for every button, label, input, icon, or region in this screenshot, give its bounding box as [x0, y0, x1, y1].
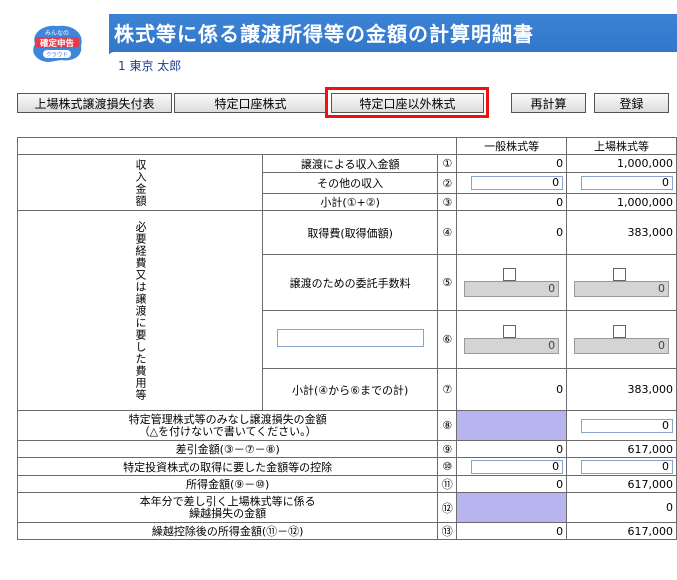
calculation-table: 一般株式等 上場株式等 収入金額 譲渡による収入金額 ① 0 1,000,000… [16, 137, 677, 540]
logo: みんなの 確定申告 クラウド [14, 14, 109, 78]
row5-label: 譲渡のための委託手数料 [261, 254, 439, 311]
row1-no: ① [437, 154, 458, 173]
row9-general: 0 [456, 440, 568, 458]
row10-listed-input[interactable]: 0 [581, 459, 673, 474]
row9-listed: 617,000 [566, 440, 677, 458]
register-button[interactable]: 登録 [594, 93, 669, 113]
row1-general: 0 [456, 154, 568, 173]
row8-general-disabled [456, 410, 568, 441]
row4-no: ④ [437, 210, 458, 255]
row6-listed-field: 0 [574, 338, 670, 355]
col-general-header: 一般株式等 [456, 137, 568, 155]
row13-no: ⑬ [437, 522, 458, 540]
row2-listed-input[interactable]: 0 [581, 176, 673, 190]
svg-text:みんなの: みんなの [45, 30, 69, 37]
row2-no: ② [437, 172, 458, 194]
header: みんなの 確定申告 クラウド 株式等に係る譲渡所得等の金額の計算明細書 1 東京… [0, 0, 677, 84]
row3-no: ③ [437, 193, 458, 211]
taxpayer-bar [108, 52, 677, 76]
row13-general: 0 [456, 522, 568, 540]
row13-listed: 617,000 [566, 522, 677, 540]
row6-general-checkbox[interactable] [503, 325, 517, 339]
row6-listed-checkbox[interactable] [613, 325, 627, 339]
row3-listed: 1,000,000 [566, 193, 677, 211]
taxpayer-name: 1 東京 太郎 [118, 59, 182, 73]
row6-general-field: 0 [464, 338, 560, 355]
row8-label-line2: （△を付けないで書いてください。） [138, 424, 317, 438]
group-expense-label: 必要経費又は譲渡に要した費用等 [17, 210, 263, 411]
row5-listed-field: 0 [574, 281, 670, 298]
row7-listed: 383,000 [566, 368, 677, 411]
row4-listed: 383,000 [566, 210, 677, 255]
row13-label: 繰越控除後の所得金額(⑪－⑫) [16, 522, 439, 540]
row7-label: 小計(④から⑥までの計) [261, 368, 439, 411]
row5-listed-checkbox[interactable] [613, 268, 627, 282]
row7-no: ⑦ [437, 368, 458, 411]
group-income-label: 収入金額 [17, 154, 263, 211]
col-listed-header: 上場株式等 [566, 137, 677, 155]
recalculate-button[interactable]: 再計算 [511, 93, 586, 113]
row12-label-line1: 本年分で差し引く上場株式等に係る [139, 494, 316, 508]
row4-label: 取得費(取得価額) [261, 210, 439, 255]
row12-general-disabled [456, 492, 568, 523]
row11-no: ⑪ [437, 475, 458, 493]
svg-text:確定申告: 確定申告 [39, 38, 75, 49]
highlight-frame [325, 87, 489, 118]
svg-text:クラウド: クラウド [46, 51, 68, 59]
row4-general: 0 [456, 210, 568, 255]
row6-no: ⑥ [437, 310, 458, 369]
row5-general-field: 0 [464, 281, 560, 298]
row10-general-input[interactable]: 0 [471, 459, 564, 474]
row2-label: その他の収入 [261, 172, 439, 194]
row8-listed-input[interactable]: 0 [581, 418, 673, 433]
row10-no: ⑩ [437, 457, 458, 476]
row11-listed: 617,000 [566, 475, 677, 493]
row8-label: 特定管理株式等のみなし譲渡損失の金額 （△を付けないで書いてください。） [16, 410, 439, 441]
specified-account-button[interactable]: 特定口座株式 [174, 93, 327, 113]
loss-attachment-button[interactable]: 上場株式譲渡損失付表 [17, 93, 172, 113]
logo-icon: みんなの 確定申告 クラウド [33, 25, 82, 63]
row1-listed: 1,000,000 [566, 154, 677, 173]
row7-general: 0 [456, 368, 568, 411]
page-title: 株式等に係る譲渡所得等の金額の計算明細書 [114, 22, 534, 46]
row5-no: ⑤ [437, 254, 458, 311]
row12-label: 本年分で差し引く上場株式等に係る 繰越損失の金額 [16, 492, 439, 523]
row5-general-checkbox[interactable] [503, 268, 517, 282]
row11-general: 0 [456, 475, 568, 493]
row2-general-input[interactable]: 0 [471, 176, 564, 190]
row12-no: ⑫ [437, 492, 458, 523]
row12-label-line2: 繰越損失の金額 [189, 506, 267, 520]
row9-label: 差引金額(③－⑦－⑧) [16, 440, 439, 458]
header-blank [16, 137, 458, 155]
row11-label: 所得金額(⑨－⑩) [16, 475, 439, 493]
row10-label: 特定投資株式の取得に要した金額等の控除 [16, 457, 439, 476]
row3-general: 0 [456, 193, 568, 211]
row9-no: ⑨ [437, 440, 458, 458]
row8-no: ⑧ [437, 410, 458, 441]
row1-label: 譲渡による収入金額 [261, 154, 439, 173]
row12-listed: 0 [566, 492, 677, 523]
row8-label-line1: 特定管理株式等のみなし譲渡損失の金額 [128, 412, 327, 426]
row3-label: 小計(①+②) [261, 193, 439, 211]
row6-label-input[interactable] [276, 329, 424, 347]
